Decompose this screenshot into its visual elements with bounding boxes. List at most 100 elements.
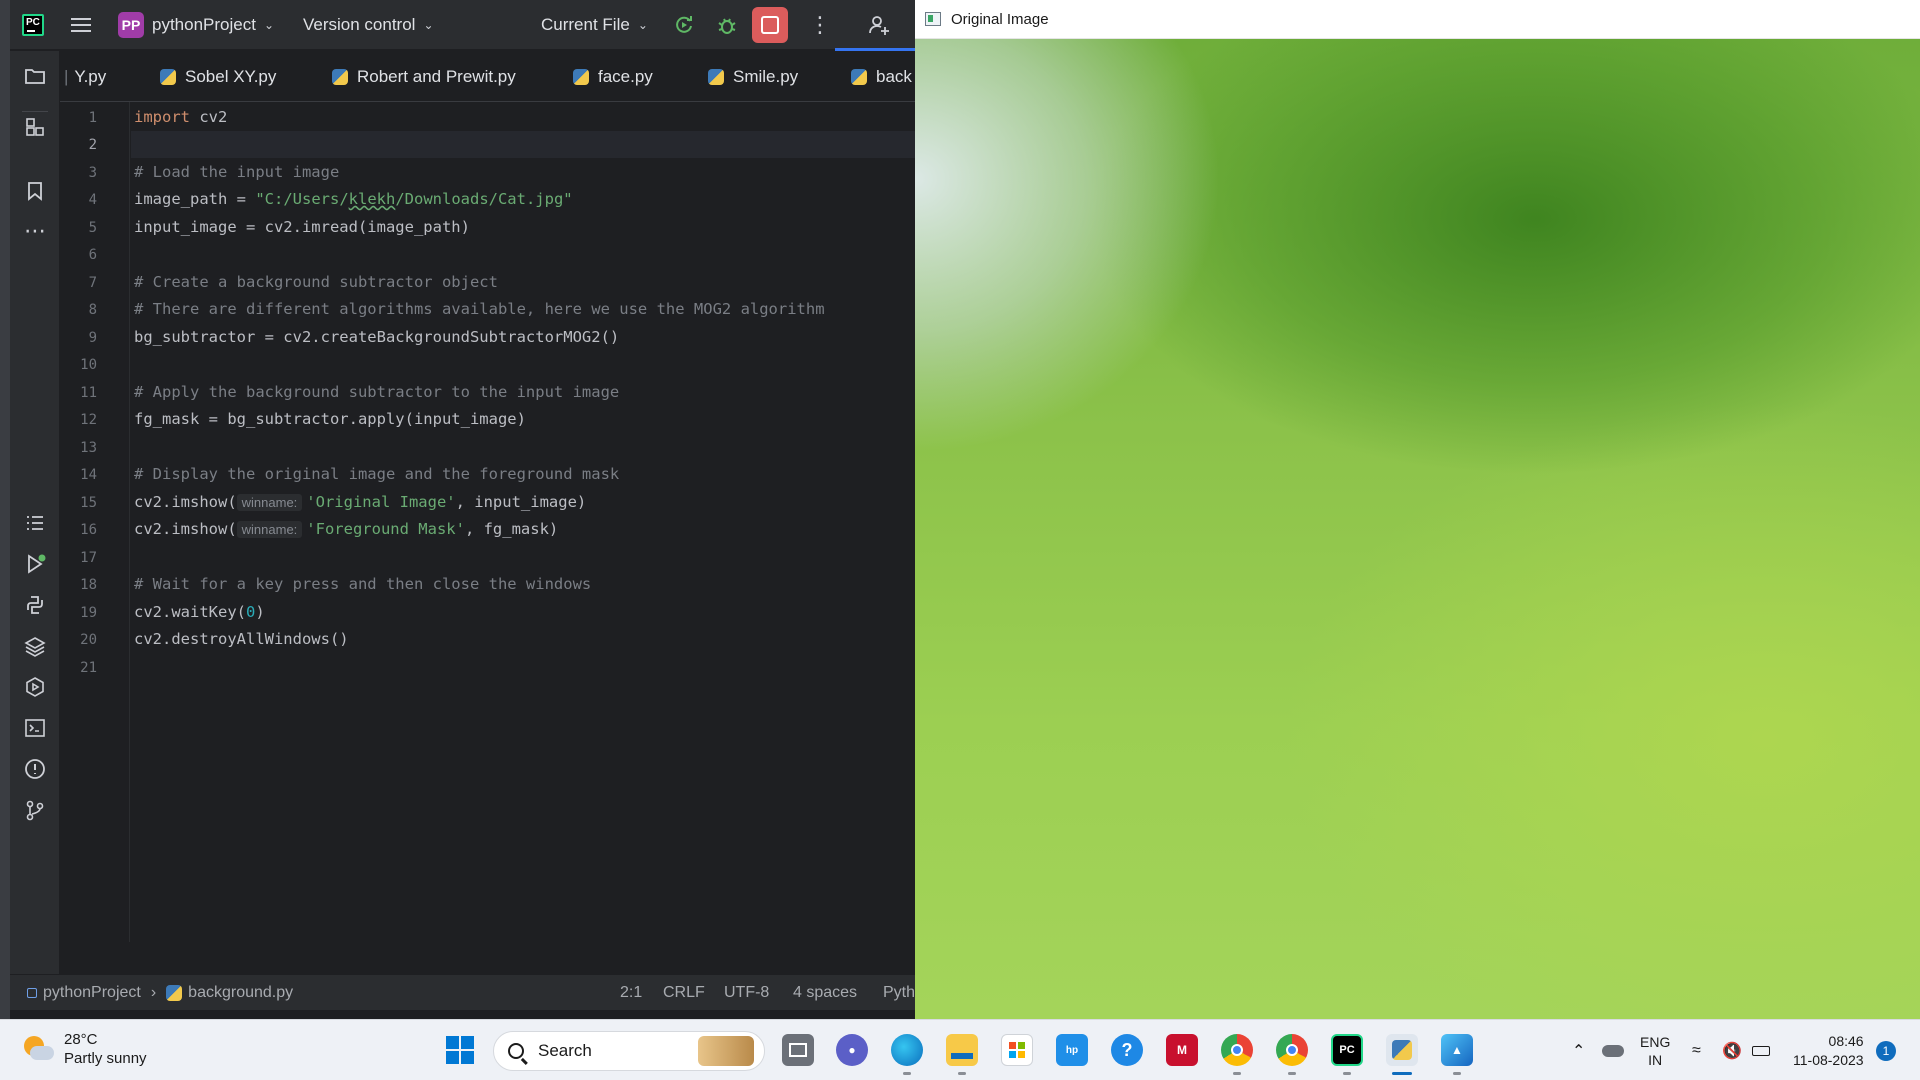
- line-number: 2: [88, 137, 97, 153]
- bookmarks-tool-button[interactable]: [22, 178, 48, 204]
- folder-icon: [25, 69, 45, 84]
- main-menu-button[interactable]: [71, 0, 91, 50]
- caret-position[interactable]: 2:1: [620, 975, 642, 1011]
- myhp-button[interactable]: hp: [1056, 1034, 1088, 1066]
- rerun-icon: [676, 16, 692, 33]
- code-line-20[interactable]: cv2.destroyAllWindows(): [134, 630, 349, 648]
- running-indicator: [1343, 1072, 1351, 1075]
- clock-time: 08:46: [1828, 1032, 1864, 1049]
- line-number: 4: [88, 192, 97, 208]
- show-hidden-icons-button[interactable]: ⌃: [1572, 1020, 1585, 1080]
- code-line-14[interactable]: # Display the original image and the for…: [134, 465, 619, 483]
- code-line-1[interactable]: import cv2: [134, 108, 227, 126]
- indent-setting[interactable]: 4 spaces: [793, 975, 857, 1011]
- photos-icon: ▲: [1451, 1043, 1463, 1057]
- get-help-button[interactable]: ?: [1111, 1034, 1143, 1066]
- interpreter-selector[interactable]: Pyth: [883, 975, 915, 1011]
- code-line-19[interactable]: cv2.waitKey(0): [134, 603, 265, 621]
- more-tools-button[interactable]: ⋯: [22, 218, 48, 244]
- search-highlight-image: [698, 1036, 754, 1066]
- code-line-7[interactable]: # Create a background subtractor object: [134, 273, 498, 291]
- battery-button[interactable]: [1752, 1020, 1770, 1080]
- chrome-icon: [1286, 1044, 1298, 1056]
- project-tool-button[interactable]: [22, 63, 48, 89]
- weather-widget[interactable]: 28°C Partly sunny: [22, 1030, 147, 1068]
- code-line-16[interactable]: cv2.imshow(winname: 'Foreground Mask', fg…: [134, 520, 558, 538]
- edge-button[interactable]: [891, 1034, 923, 1066]
- code-line-4[interactable]: image_path = "C:/Users/klekh/Downloads/C…: [134, 190, 573, 208]
- line-number: 10: [80, 357, 97, 373]
- more-horizontal-icon: ⋯: [24, 218, 46, 243]
- line-number: 21: [80, 660, 97, 676]
- breadcrumb-project[interactable]: pythonProject: [43, 984, 141, 1002]
- python-packages-button[interactable]: [22, 592, 48, 618]
- stop-button[interactable]: [752, 0, 788, 50]
- project-selector[interactable]: PP pythonProject ⌄: [118, 0, 274, 50]
- chrome-icon: [1231, 1044, 1243, 1056]
- volume-button[interactable]: 🔇: [1722, 1020, 1742, 1080]
- pycharm-taskbar-button[interactable]: PC: [1331, 1034, 1363, 1066]
- file-explorer-button[interactable]: [946, 1034, 978, 1066]
- tab-background-active[interactable]: back: [851, 51, 912, 101]
- param-hint: winname:: [236, 494, 303, 511]
- teams-chat-button[interactable]: ●: [836, 1034, 868, 1066]
- notification-center-button[interactable]: 1: [1876, 1020, 1896, 1080]
- photos-button[interactable]: ▲: [1441, 1034, 1473, 1066]
- project-badge: PP: [118, 12, 144, 38]
- tab-smile[interactable]: Smile.py: [708, 51, 798, 101]
- terminal-tool-button[interactable]: [22, 715, 48, 741]
- code-line-5[interactable]: input_image = cv2.imread(image_path): [134, 218, 470, 236]
- code-line-11[interactable]: # Apply the background subtractor to the…: [134, 383, 619, 401]
- code-line-9[interactable]: bg_subtractor = cv2.createBackgroundSubt…: [134, 328, 619, 346]
- debug-button[interactable]: [716, 0, 738, 50]
- line-number: 20: [80, 632, 97, 648]
- code-line-18[interactable]: # Wait for a key press and then close th…: [134, 575, 591, 593]
- pycharm-window: PP pythonProject ⌄ Version control ⌄ Cur…: [0, 0, 915, 1019]
- breadcrumb-file[interactable]: background.py: [188, 984, 293, 1002]
- code-line-12[interactable]: fg_mask = bg_subtractor.apply(input_imag…: [134, 410, 526, 428]
- taskbar-search[interactable]: Search: [493, 1031, 765, 1071]
- chrome-profile-k-button[interactable]: [1221, 1034, 1253, 1066]
- chevron-down-icon: ⌄: [637, 18, 648, 32]
- code-line-3[interactable]: # Load the input image: [134, 163, 339, 181]
- line-separator[interactable]: CRLF: [663, 975, 705, 1011]
- services-tool-button[interactable]: [22, 674, 48, 700]
- mcafee-button[interactable]: M: [1166, 1034, 1198, 1066]
- run-tool-button[interactable]: [22, 551, 48, 577]
- line-number: 18: [80, 577, 97, 593]
- onedrive-button[interactable]: [1602, 1020, 1624, 1080]
- language-indicator[interactable]: ENG IN: [1640, 1020, 1670, 1080]
- shield-icon: M: [1177, 1043, 1187, 1057]
- structure-icon: [26, 117, 44, 136]
- tab-face[interactable]: face.py: [573, 51, 653, 101]
- code-editor[interactable]: import cv2 # Load the input image image_…: [131, 102, 915, 942]
- more-actions-button[interactable]: ⋮: [809, 0, 831, 50]
- code-line-15[interactable]: cv2.imshow(winname: 'Original Image', inp…: [134, 493, 586, 511]
- pycharm-icon: [22, 14, 44, 36]
- problems-tool-button[interactable]: [22, 756, 48, 782]
- git-tool-button[interactable]: [22, 797, 48, 823]
- version-control-menu[interactable]: Version control ⌄: [303, 0, 434, 50]
- clock[interactable]: 08:46 11-08-2023: [1793, 1020, 1864, 1080]
- layers-icon: [24, 637, 46, 657]
- rerun-button[interactable]: [673, 0, 695, 50]
- file-encoding[interactable]: UTF-8: [724, 975, 769, 1011]
- tab-y-py[interactable]: | Y.py: [64, 51, 106, 101]
- task-view-button[interactable]: [782, 1034, 814, 1066]
- structure-tool-button[interactable]: [22, 111, 48, 137]
- chrome-profile-l-button[interactable]: [1276, 1034, 1308, 1066]
- tab-sobel-xy[interactable]: Sobel XY.py: [160, 51, 276, 101]
- layers-tool-button[interactable]: [22, 633, 48, 659]
- python-file-icon: [708, 68, 724, 85]
- pycharm-logo[interactable]: [22, 0, 44, 50]
- wifi-button[interactable]: ≈: [1692, 1020, 1701, 1080]
- add-user-button[interactable]: [867, 0, 891, 50]
- python-window-button[interactable]: [1386, 1034, 1418, 1066]
- store-button[interactable]: [1001, 1034, 1033, 1066]
- image-window-titlebar[interactable]: Original Image: [915, 0, 1920, 39]
- run-config-selector[interactable]: Current File ⌄: [541, 0, 648, 50]
- todo-tool-button[interactable]: [22, 510, 48, 536]
- start-button[interactable]: [444, 1034, 476, 1066]
- code-line-8[interactable]: # There are different algorithms availab…: [134, 300, 825, 318]
- tab-robert-prewit[interactable]: Robert and Prewit.py: [332, 51, 516, 101]
